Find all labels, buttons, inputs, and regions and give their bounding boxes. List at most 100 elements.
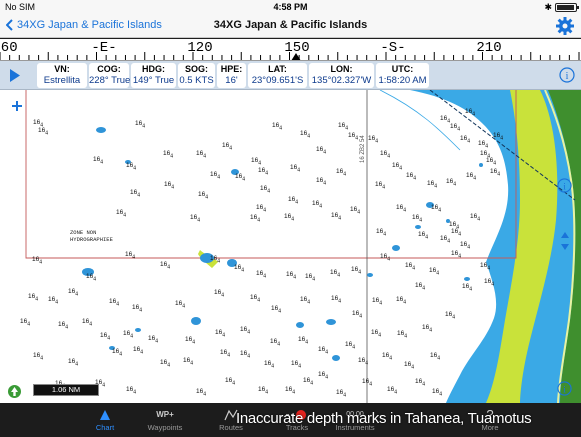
compass-label: -S-: [380, 40, 406, 56]
coral-head: [479, 163, 483, 167]
depth-sounding: 164: [68, 358, 79, 368]
depth-sounding: 164: [445, 311, 456, 321]
depth-sounding: 164: [375, 181, 386, 191]
depth-sounding: 164: [412, 214, 423, 224]
data-field-hdg[interactable]: HDG: 149° True: [131, 63, 176, 88]
nautical-chart[interactable]: 164 164 164 164 164 164 164 164 164 164 164 164 164 1…: [0, 90, 581, 403]
vertical-chart-label: 16 ZB2 54: [360, 135, 366, 163]
data-field-vn[interactable]: VN: Estrellita: [37, 63, 87, 88]
data-field-label: LAT:: [268, 64, 287, 74]
chart-info-icon[interactable]: i: [557, 178, 572, 193]
depth-sounding: 164: [493, 132, 504, 142]
depth-sounding: 164: [451, 228, 462, 238]
depth-sounding: 164: [484, 278, 495, 288]
depth-sounding: 164: [422, 324, 433, 334]
depth-sounding: 164: [250, 294, 261, 304]
depth-sounding: 164: [387, 386, 398, 396]
depth-sounding: 164: [446, 178, 457, 188]
gear-icon[interactable]: [555, 16, 575, 36]
depth-sounding: 164: [286, 271, 297, 281]
svg-text:i: i: [563, 385, 566, 395]
depth-sounding: 164: [380, 150, 391, 160]
tab-label: Waypoints: [147, 423, 183, 432]
scroll-arrows-icon[interactable]: [560, 230, 570, 252]
depth-sounding: 164: [38, 127, 49, 137]
back-button[interactable]: 34XG Japan & Pacific Islands: [6, 19, 162, 31]
depth-sounding: 164: [28, 293, 39, 303]
depth-sounding: 164: [345, 341, 356, 351]
depth-sounding: 164: [290, 164, 301, 174]
depth-sounding: 164: [405, 262, 416, 272]
depth-sounding: 164: [214, 289, 225, 299]
zoom-in-icon[interactable]: [11, 100, 23, 112]
depth-sounding: 164: [465, 108, 476, 118]
depth-sounding: 164: [32, 256, 43, 266]
depth-sounding: 164: [190, 214, 201, 224]
compass-heading-strip: 060 -E- 120 150 -S- 210: [0, 39, 581, 61]
depth-sounding: 164: [125, 251, 136, 261]
data-field-hpe[interactable]: HPE: 16': [217, 63, 246, 88]
data-field-value: 149° True: [132, 75, 175, 86]
depth-sounding: 164: [298, 336, 309, 346]
depth-sounding: 164: [305, 273, 316, 283]
data-field-utc[interactable]: UTC: 1:58:20 AM: [376, 63, 429, 88]
depth-sounding: 164: [210, 255, 221, 265]
depth-sounding: 164: [318, 371, 329, 381]
depth-sounding: 164: [440, 235, 451, 245]
depth-sounding: 164: [285, 386, 296, 396]
depth-sounding: 164: [406, 172, 417, 182]
data-field-cog[interactable]: COG: 228° True: [89, 63, 130, 88]
north-up-button[interactable]: [7, 384, 22, 399]
zone-label: ZONE NON HYDROGRAPHIEE: [70, 229, 113, 243]
depth-sounding: 164: [316, 177, 327, 187]
data-field-sog[interactable]: SOG: 0.5 KTS: [178, 63, 215, 88]
depth-sounding: 164: [486, 157, 497, 167]
navigation-data-bar: VN: Estrellita COG: 228° True HDG: 149° True S…: [0, 61, 581, 90]
depth-sounding: 164: [382, 352, 393, 362]
play-icon[interactable]: [9, 69, 21, 82]
depth-sounding: 164: [196, 150, 207, 160]
depth-sounding: 164: [112, 348, 123, 358]
data-field-lat[interactable]: LAT: 23°09.651'S: [248, 63, 307, 88]
depth-sounding: 164: [196, 388, 207, 398]
depth-sounding: 164: [198, 191, 209, 201]
info-icon[interactable]: i: [559, 67, 575, 83]
depth-sounding: 164: [480, 262, 491, 272]
depth-sounding: 164: [396, 296, 407, 306]
data-field-lon[interactable]: LON: 135°02.327'W: [309, 63, 374, 88]
depth-sounding: 164: [240, 326, 251, 336]
depth-sounding: 164: [251, 157, 262, 167]
compass-label: -E-: [91, 40, 117, 56]
chart-info-icon-lower[interactable]: i: [557, 381, 572, 396]
depth-sounding: 164: [362, 378, 373, 388]
tab-waypoints[interactable]: WP+ Waypoints: [130, 406, 200, 432]
data-field-value: 135°02.327'W: [311, 75, 372, 86]
depth-sounding: 164: [93, 156, 104, 166]
data-field-label: UTC:: [391, 64, 414, 74]
depth-sounding: 164: [300, 130, 311, 140]
depth-sounding: 164: [126, 386, 137, 396]
depth-sounding: 164: [225, 377, 236, 387]
depth-sounding: 164: [331, 295, 342, 305]
depth-sounding: 164: [300, 296, 311, 306]
status-bar: No SIM 4:58 PM ✱: [0, 0, 581, 14]
depth-sounding: 164: [460, 135, 471, 145]
depth-sounding: 164: [126, 162, 137, 172]
depth-sounding: 164: [58, 321, 69, 331]
depth-sounding: 164: [133, 346, 144, 356]
depth-sounding: 164: [336, 389, 347, 399]
coral-head: [367, 273, 373, 277]
depth-sounding: 164: [330, 269, 341, 279]
depth-sounding: 164: [331, 212, 342, 222]
depth-sounding: 164: [371, 329, 382, 339]
depth-sounding: 164: [164, 181, 175, 191]
data-field-label: SOG:: [184, 64, 208, 74]
depth-sounding: 164: [100, 332, 111, 342]
back-button-label: 34XG Japan & Pacific Islands: [17, 19, 162, 31]
coral-head: [464, 277, 470, 281]
depth-sounding: 164: [163, 150, 174, 160]
depth-sounding: 164: [415, 378, 426, 388]
depth-sounding: 164: [148, 335, 159, 345]
depth-sounding: 164: [470, 213, 481, 223]
compass-label: 150: [284, 40, 310, 56]
